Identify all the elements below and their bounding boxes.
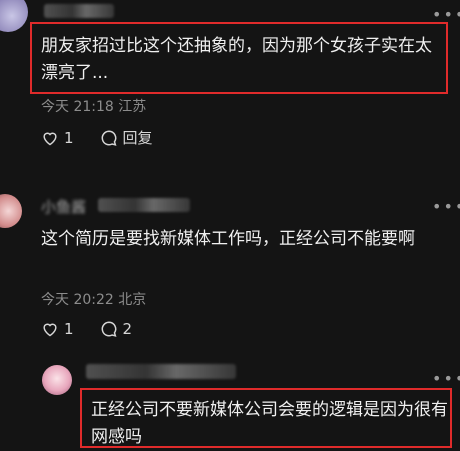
like-count: 1: [64, 320, 74, 338]
comment-location: 江苏: [118, 99, 147, 115]
username-blurred: [98, 198, 190, 212]
heart-icon: [43, 323, 57, 337]
username-blurred[interactable]: [86, 364, 236, 379]
reply-button[interactable]: 回复: [100, 127, 153, 148]
speech-bubble-icon: [101, 321, 117, 337]
comment-location: 北京: [118, 292, 147, 308]
username[interactable]: 小鱼酱: [41, 196, 86, 217]
comment-meta: 今天 20:22 北京: [41, 289, 146, 309]
comment-actions: 1 回复: [41, 127, 179, 148]
comment-1: ••• 朋友家招过比这个还抽象的，因为那个女孩子实在太漂亮了... 今天 21:…: [0, 0, 460, 160]
avatar[interactable]: [0, 194, 22, 228]
like-button[interactable]: 1: [41, 320, 74, 338]
avatar[interactable]: [0, 0, 28, 32]
more-dots-icon[interactable]: •••: [432, 199, 460, 215]
more-dots-icon[interactable]: •••: [432, 371, 460, 387]
comment-time: 今天 20:22: [41, 292, 114, 308]
comment-text: 这个简历是要找新媒体工作吗，正经公司不能要啊: [41, 229, 415, 249]
reply-button[interactable]: 2: [100, 320, 133, 338]
like-button[interactable]: 1: [41, 129, 74, 147]
comment-actions: 1 2: [41, 320, 158, 338]
comment-2: 小鱼酱 ••• 这个简历是要找新媒体工作吗，正经公司不能要啊 今天 20:22 …: [0, 190, 460, 350]
comment-text: 正经公司不要新媒体公司会要的逻辑是因为很有网感吗: [91, 400, 448, 447]
reply-label: 回复: [122, 129, 153, 147]
avatar[interactable]: [42, 365, 72, 395]
heart-icon: [43, 132, 57, 145]
comment-meta: 今天 21:18 江苏: [41, 96, 146, 116]
comment-3: ••• 正经公司不要新媒体公司会要的逻辑是因为很有网感吗: [0, 360, 460, 448]
reply-count: 2: [122, 320, 133, 338]
username-blurred[interactable]: [44, 4, 114, 18]
comment-time: 今天 21:18: [41, 99, 114, 115]
comment-text: 朋友家招过比这个还抽象的，因为那个女孩子实在太漂亮了...: [41, 36, 432, 83]
more-dots-icon[interactable]: •••: [432, 7, 460, 23]
like-count: 1: [64, 128, 74, 147]
speech-bubble-icon: [101, 129, 117, 146]
